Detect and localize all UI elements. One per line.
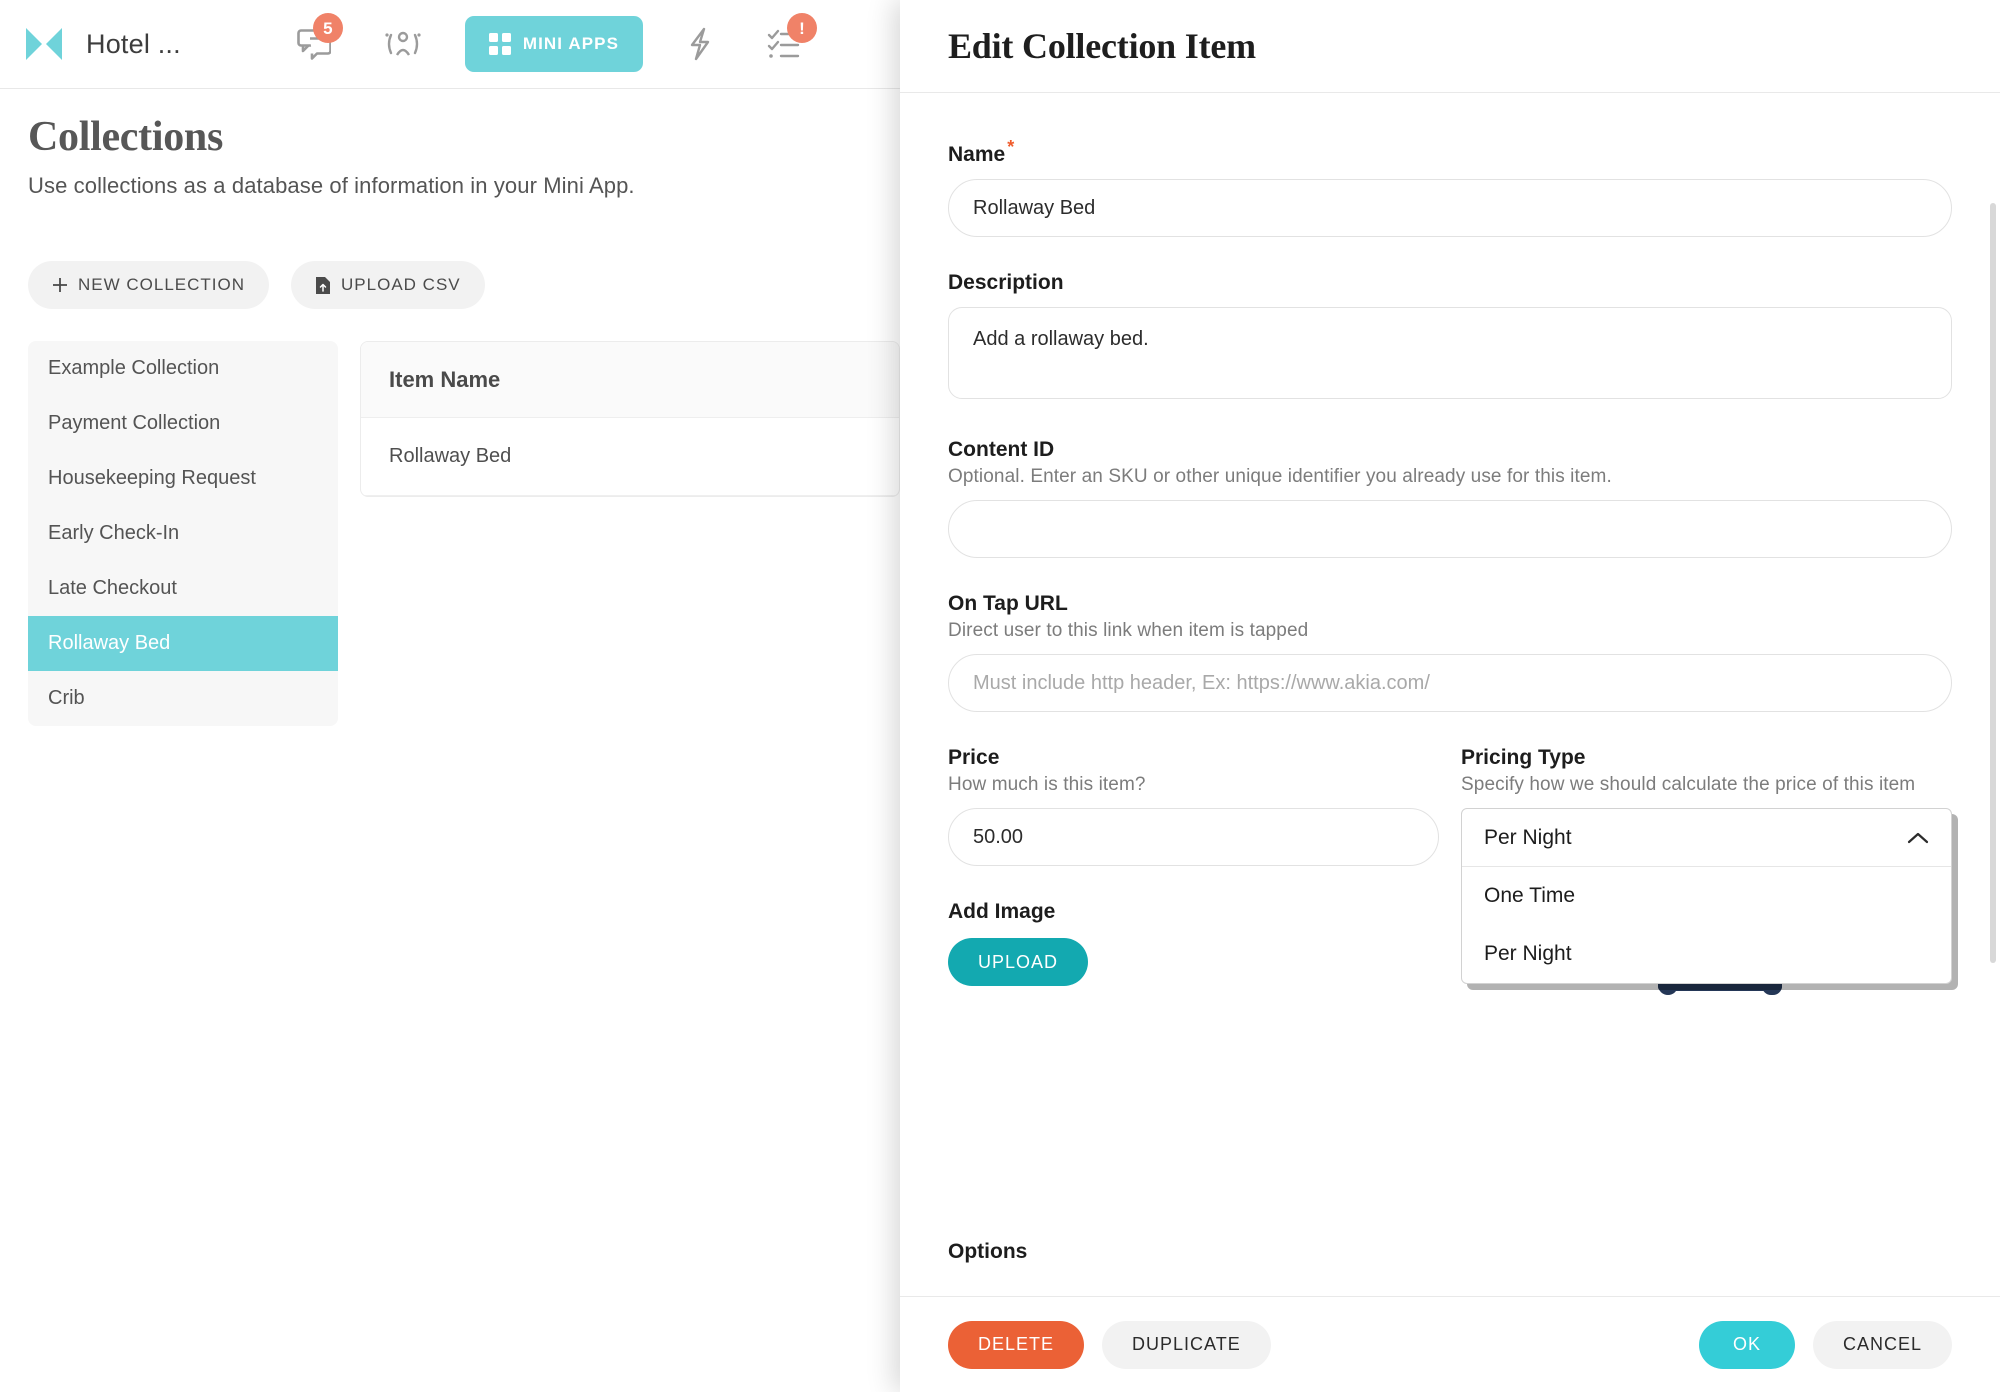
name-field-group: Name *: [948, 137, 1952, 237]
name-input[interactable]: [948, 179, 1952, 237]
content-id-help: Optional. Enter an SKU or other unique i…: [948, 466, 1612, 487]
upload-csv-button[interactable]: UPLOAD CSV: [291, 261, 485, 309]
collection-item[interactable]: Early Check-In: [28, 506, 338, 561]
description-label: Description: [948, 271, 1064, 294]
nav-item-automations[interactable]: [659, 9, 741, 79]
page-title: Collections: [28, 114, 224, 160]
edit-collection-item-modal: Edit Collection Item Name* Description C…: [900, 0, 2000, 1392]
page-subtitle: Use collections as a database of informa…: [28, 173, 635, 198]
modal-title: Edit Collection Item: [948, 26, 1256, 66]
items-table: Item Name Rollaway Bed: [360, 341, 900, 497]
collection-item[interactable]: Crib: [28, 671, 338, 726]
price-help: How much is this item?: [948, 774, 1146, 795]
duplicate-button[interactable]: DUPLICATE: [1102, 1320, 1271, 1369]
content-id-field-group: Content ID Optional. Enter an SKU or oth…: [948, 438, 1952, 558]
description-field-group: Description: [948, 271, 1952, 404]
content-id-input[interactable]: [948, 500, 1952, 558]
cancel-button[interactable]: CANCEL: [1812, 1320, 1952, 1369]
options-label: Options: [948, 1240, 1028, 1263]
ok-button[interactable]: OK: [1698, 1320, 1795, 1369]
brand-title: Hotel ...: [86, 28, 181, 59]
pricing-type-help: Specify how we should calculate the pric…: [1461, 774, 1916, 795]
modal-footer: DELETE DUPLICATE OK CANCEL: [900, 1296, 2000, 1392]
collection-item[interactable]: Payment Collection: [28, 396, 338, 451]
delete-button[interactable]: DELETE: [948, 1320, 1085, 1369]
mini-apps-grid-icon: [488, 33, 511, 55]
app-window: Hotel ... 5 MINI APPS ! Collections Use …: [0, 0, 2000, 1392]
collections-list: Example Collection Payment Collection Ho…: [28, 341, 338, 726]
new-collection-label: NEW COLLECTION: [78, 275, 246, 294]
options-section: Options: [948, 1240, 1027, 1264]
lightning-bolt-icon: [690, 27, 710, 61]
nav-item-messages[interactable]: 5: [271, 9, 357, 79]
table-row[interactable]: Rollaway Bed: [361, 418, 899, 496]
top-navigation-bar: Hotel ... 5 MINI APPS !: [0, 0, 900, 89]
plus-icon: [53, 278, 67, 292]
required-asterisk: *: [1007, 137, 1015, 157]
messages-badge: 5: [312, 13, 343, 43]
content-id-label: Content ID: [948, 438, 1055, 461]
modal-body: Name* Description Content ID Optional. E…: [900, 93, 2000, 1296]
upload-csv-label: UPLOAD CSV: [341, 275, 461, 294]
pricing-type-selected-text: Per Night: [1484, 825, 1572, 849]
nav-item-guests[interactable]: [357, 9, 449, 79]
mini-apps-button[interactable]: MINI APPS: [464, 16, 644, 72]
price-field-group: Price How much is this item?: [948, 746, 1439, 866]
name-label-text: Name: [948, 143, 1006, 166]
new-collection-button[interactable]: NEW COLLECTION: [28, 261, 270, 309]
on-tap-url-input[interactable]: [948, 654, 1952, 712]
price-input[interactable]: [948, 808, 1439, 866]
pricing-type-label: Pricing Type: [1461, 746, 1586, 769]
page-action-bar: NEW COLLECTION UPLOAD CSV: [28, 261, 900, 309]
modal-scrollbar[interactable]: [1990, 203, 1996, 963]
nav-item-tasks[interactable]: !: [741, 9, 827, 79]
nav-icon-group: 5 MINI APPS !: [271, 9, 827, 79]
upload-image-button[interactable]: UPLOAD: [948, 938, 1089, 986]
on-tap-url-label: On Tap URL: [948, 592, 1068, 615]
guests-icon: [385, 31, 421, 56]
mini-apps-label: MINI APPS: [522, 34, 620, 53]
pricing-type-dropdown: Per Night One Time Per Night: [1461, 808, 1952, 984]
akia-logo-icon[interactable]: [22, 22, 66, 66]
pricing-type-selected-value[interactable]: Per Night: [1462, 809, 1951, 867]
collections-page: Collections Use collections as a databas…: [0, 89, 900, 1392]
description-textarea[interactable]: [948, 307, 1952, 399]
pricing-type-select-wrap: Per Night One Time Per Night: [1461, 808, 1952, 984]
collection-item[interactable]: Housekeeping Request: [28, 451, 338, 506]
name-label: Name *: [948, 137, 1952, 167]
upload-file-icon: [316, 276, 331, 294]
pricing-type-option-per-night[interactable]: Per Night: [1462, 925, 1951, 983]
table-column-header-item-name: Item Name: [361, 342, 899, 418]
on-tap-url-help: Direct user to this link when item is ta…: [948, 620, 1309, 641]
price-label: Price: [948, 746, 1000, 769]
nav-item-mini-apps[interactable]: MINI APPS: [449, 9, 659, 79]
tasks-alert-badge: !: [787, 13, 818, 43]
pricing-type-field-group: Pricing Type Specify how we should calcu…: [1461, 746, 1952, 984]
chevron-up-icon: [1907, 832, 1929, 843]
collection-item[interactable]: Late Checkout: [28, 561, 338, 616]
collection-item[interactable]: Example Collection: [28, 341, 338, 396]
collection-item-selected[interactable]: Rollaway Bed: [28, 616, 338, 671]
pricing-type-option-one-time[interactable]: One Time: [1462, 867, 1951, 925]
modal-header: Edit Collection Item: [900, 0, 2000, 93]
on-tap-url-field-group: On Tap URL Direct user to this link when…: [948, 592, 1952, 712]
price-row: Price How much is this item? Pricing Typ…: [948, 746, 1952, 984]
collections-content: Example Collection Payment Collection Ho…: [28, 341, 900, 726]
